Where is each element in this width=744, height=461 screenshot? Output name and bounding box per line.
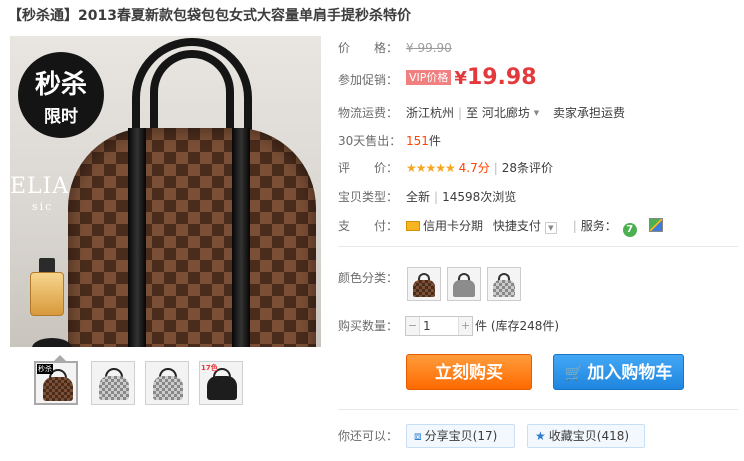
service-label: 服务： [580, 219, 617, 233]
divider: | [434, 190, 439, 204]
product-title: 【秒杀通】2013春夏新款包袋包包女式大容量单肩手提秒杀特价 [8, 8, 411, 24]
condition: 全新 [406, 190, 431, 204]
review-count-link[interactable]: 28条评价 [502, 161, 553, 175]
brand-text: ELIA [10, 174, 70, 199]
chevron-down-icon[interactable]: ▼ [544, 222, 557, 234]
divider: | [493, 161, 498, 175]
seckill-badge-main: 秒杀 [34, 70, 87, 100]
star-icon: ★ [535, 429, 546, 443]
color-option-1[interactable] [407, 267, 441, 301]
thumb-bag [99, 376, 129, 400]
rating-row: 评 价： ★★★★★ 4.7分 | 28条评价 [338, 158, 553, 178]
favorite-label: 收藏宝贝(418) [548, 429, 630, 443]
sales-count: 151 [406, 134, 429, 148]
quantity-input[interactable] [421, 317, 458, 335]
color-option-3[interactable] [487, 267, 521, 301]
favorite-button[interactable]: ★ 收藏宝贝(418) [527, 424, 645, 448]
pay-installment[interactable]: 信用卡分期 [423, 219, 483, 233]
divider-line [338, 246, 738, 247]
rating-score: 4.7分 [458, 161, 490, 175]
share-icon: ⧈ [414, 429, 422, 443]
pay-label: 支 付： [338, 219, 399, 233]
quantity-label: 购买数量： [338, 319, 399, 333]
currency-symbol: ¥ [454, 68, 467, 89]
price-label: 价 格： [338, 41, 399, 55]
color-option-2[interactable] [447, 267, 481, 301]
add-to-cart-button[interactable]: 🛒 加入购物车 [553, 354, 684, 390]
thumb-bag [207, 376, 237, 400]
price-row: 价 格： ¥ 99.90 [338, 38, 452, 58]
sales-label: 30天售出： [338, 134, 402, 148]
bag-strap-right [232, 128, 250, 347]
color-label: 颜色分类： [338, 271, 399, 285]
ship-to-select[interactable]: 河北廊坊 [482, 106, 530, 120]
stock-info: 件 (库存248件) [475, 319, 560, 333]
thumbnail-3[interactable] [145, 361, 189, 405]
quantity-decrease-button[interactable]: − [406, 317, 420, 335]
swatch-bag [453, 280, 475, 297]
bag-strap-left [128, 128, 146, 347]
thumbnail-4[interactable]: 17色 [199, 361, 243, 405]
sales-row: 30天售出： 151件 [338, 131, 441, 151]
buy-now-button[interactable]: 立刻购买 [406, 354, 532, 390]
original-price: ¥ 99.90 [406, 41, 452, 55]
shipping-fee: 卖家承担运费 [552, 106, 625, 120]
more-actions-row: 你还可以： [338, 426, 406, 446]
rating-label: 评 价： [338, 161, 399, 175]
thumb-tag: 秒杀 [37, 364, 53, 374]
credit-card-icon [406, 221, 420, 231]
promo-label: 参加促销： [338, 73, 399, 87]
thumb-bag [43, 377, 73, 401]
chevron-down-icon[interactable]: ▼ [534, 109, 539, 117]
shipping-row: 物流运费： 浙江杭州 | 至 河北廊坊 ▼ 卖家承担运费 [338, 103, 625, 123]
divider-line [338, 409, 738, 410]
share-button[interactable]: ⧈ 分享宝贝(17) [406, 424, 515, 448]
thumbnail-1[interactable]: 秒杀 [34, 361, 78, 405]
payment-row: 支 付： 信用卡分期 快捷支付 ▼ | 服务： 7 [338, 216, 663, 237]
sales-unit: 件 [428, 134, 441, 148]
divider: | [458, 106, 463, 120]
swatch-bag [413, 280, 435, 297]
shopping-cart-icon: 🛒 [564, 364, 584, 382]
quantity-row: 购买数量： [338, 316, 406, 336]
main-product-image[interactable]: ELIA sic 秒杀 限时 [10, 36, 321, 347]
add-to-cart-label: 加入购物车 [587, 363, 673, 383]
thumb-tag: 17色 [201, 364, 218, 372]
color-row: 颜色分类： [338, 268, 406, 288]
pay-quick[interactable]: 快捷支付 [493, 219, 541, 233]
type-label: 宝贝类型： [338, 190, 399, 204]
ship-to-word: 至 [466, 106, 479, 120]
shipping-label: 物流运费： [338, 106, 399, 120]
quantity-stepper[interactable]: − + [405, 316, 473, 336]
thumb-bag [153, 376, 183, 400]
rating-stars-icon: ★★★★★ [406, 161, 456, 175]
seckill-badge: 秒杀 限时 [18, 52, 104, 138]
perfume-bottle [30, 272, 64, 316]
flower-decoration [32, 338, 72, 347]
share-label: 分享宝贝(17) [424, 429, 498, 443]
view-count: 14598次浏览 [442, 190, 517, 204]
promo-price: 19.98 [466, 65, 537, 90]
thumbnail-2[interactable] [91, 361, 135, 405]
seckill-badge-sub: 限时 [44, 107, 78, 127]
guarantee-icon[interactable] [648, 218, 663, 232]
divider: | [572, 219, 577, 233]
promo-row: 参加促销： VIP价格 ¥19.98 [338, 64, 537, 92]
type-row: 宝贝类型： 全新 | 14598次浏览 [338, 187, 516, 207]
vip-price-tag: VIP价格 [406, 70, 452, 85]
ship-from: 浙江杭州 [406, 106, 455, 120]
swatch-bag [493, 280, 515, 297]
brand-subtext: sic [32, 200, 54, 213]
bag-body [68, 128, 316, 347]
more-actions-label: 你还可以： [338, 429, 399, 443]
seven-day-return-icon[interactable]: 7 [622, 223, 637, 237]
quantity-increase-button[interactable]: + [458, 317, 472, 335]
